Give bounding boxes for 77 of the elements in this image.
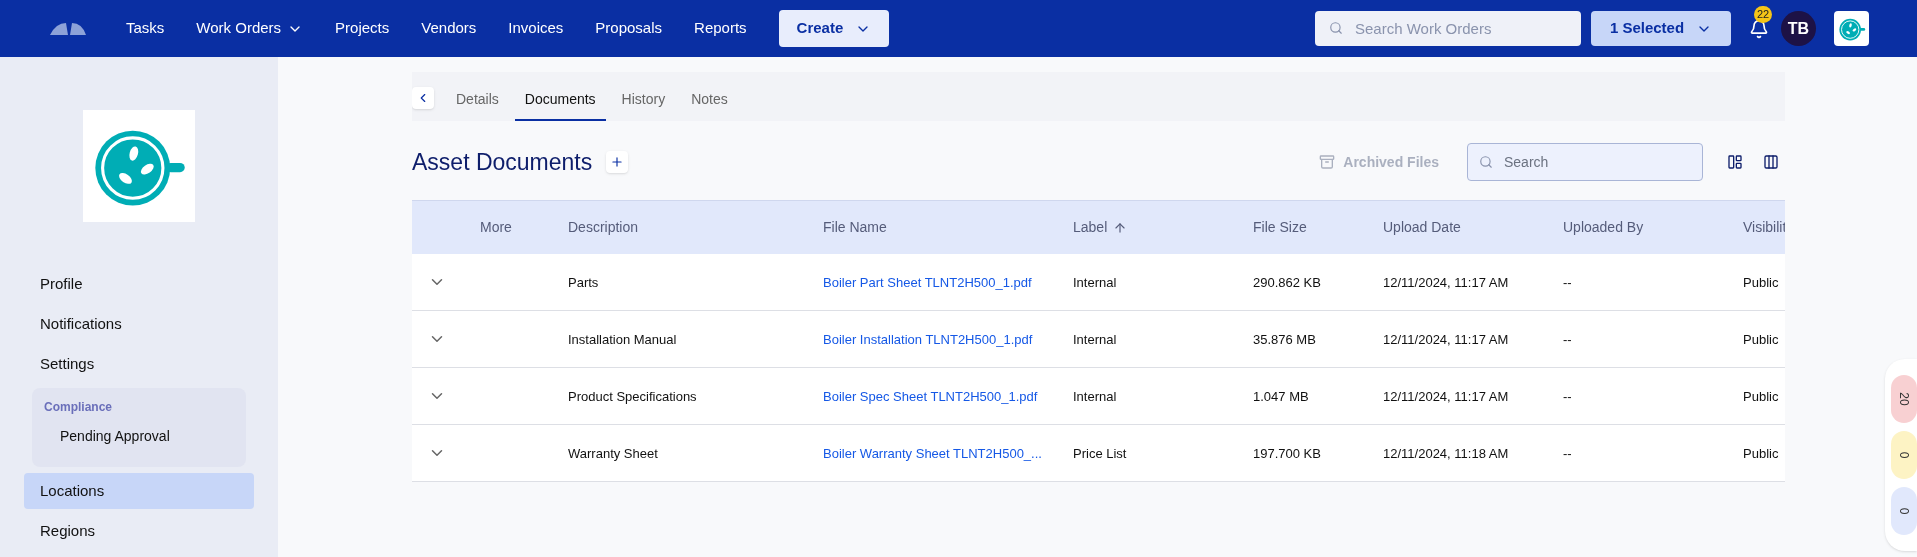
- nav-link[interactable]: Tasks: [126, 17, 165, 40]
- nav-link[interactable]: Reports: [694, 17, 747, 40]
- table-cell: 12/11/2024, 11:17 AM: [1383, 332, 1509, 347]
- table-cell: --: [1563, 332, 1572, 347]
- table-cell: Public: [1743, 389, 1779, 404]
- table-cell: Warranty Sheet: [568, 446, 658, 461]
- logo-icon[interactable]: [48, 20, 88, 37]
- org-logo[interactable]: [1834, 11, 1869, 46]
- sidebar-item[interactable]: Notifications: [24, 306, 254, 342]
- nav-link[interactable]: Projects: [335, 17, 390, 40]
- selection-dropdown[interactable]: 1 Selected: [1591, 11, 1731, 46]
- column-header[interactable]: Upload Date: [1383, 217, 1461, 238]
- table-cell: Public: [1743, 332, 1779, 347]
- column-header[interactable]: More: [480, 217, 512, 238]
- columns-icon[interactable]: [1763, 154, 1779, 170]
- archive-icon: [1319, 154, 1336, 170]
- counter-value: 20: [1896, 392, 1912, 406]
- nav-link[interactable]: Invoices: [508, 17, 564, 40]
- search-icon: [1479, 155, 1493, 169]
- layout-icon[interactable]: [1727, 154, 1743, 170]
- table-cell: 1.047 MB: [1253, 389, 1309, 404]
- counter-pill[interactable]: 0: [1891, 431, 1917, 479]
- sidebar-item[interactable]: Regions: [24, 513, 254, 549]
- nav-link[interactable]: Proposals: [595, 17, 663, 40]
- table-cell: --: [1563, 275, 1572, 290]
- search-icon: [1329, 21, 1343, 35]
- table-cell: Installation Manual: [568, 332, 677, 347]
- table-cell: Public: [1743, 275, 1779, 290]
- table-cell: Product Specifications: [568, 389, 697, 404]
- sidebar-item[interactable]: Profile: [24, 266, 254, 302]
- nav-link[interactable]: Vendors: [421, 17, 477, 40]
- file-link[interactable]: Boiler Installation TLNT2H500_1.pdf: [823, 332, 1033, 347]
- table-cell: Internal: [1073, 332, 1117, 347]
- notification-bell-icon[interactable]: [1749, 18, 1769, 39]
- table-cell: Parts: [568, 275, 599, 290]
- table-cell: 290.862 KB: [1253, 275, 1321, 290]
- sidebar-item[interactable]: Pending Approval: [32, 426, 246, 457]
- column-header[interactable]: Uploaded By: [1563, 217, 1644, 238]
- table-cell: 12/11/2024, 11:18 AM: [1383, 446, 1509, 461]
- group-title: Compliance: [43, 399, 113, 416]
- table-cell: 12/11/2024, 11:17 AM: [1383, 275, 1509, 290]
- sidebar-item[interactable]: Settings: [24, 346, 254, 382]
- table-cell: Internal: [1073, 275, 1117, 290]
- counter-pill[interactable]: 20: [1891, 375, 1917, 423]
- column-header[interactable]: Label: [1073, 217, 1128, 238]
- table-cell: Price List: [1073, 446, 1127, 461]
- section-title: Asset Documents: [412, 147, 593, 177]
- counter-value: 0: [1896, 451, 1912, 459]
- nav-link[interactable]: Work Orders: [196, 17, 304, 40]
- sidebar-item[interactable]: Locations: [24, 473, 254, 509]
- search-field[interactable]: Search: [1467, 143, 1703, 181]
- table-cell: Public: [1743, 446, 1779, 461]
- file-link[interactable]: Boiler Part Sheet TLNT2H500_1.pdf: [823, 275, 1032, 290]
- create-button[interactable]: Create: [778, 10, 890, 47]
- file-link[interactable]: Boiler Spec Sheet TLNT2H500_1.pdf: [823, 389, 1038, 404]
- table-cell: --: [1563, 389, 1572, 404]
- table-cell: 35.876 MB: [1253, 332, 1316, 347]
- column-header[interactable]: File Name: [823, 217, 887, 238]
- notification-badge: 22: [1754, 5, 1773, 23]
- add-button[interactable]: [606, 151, 629, 173]
- search-field[interactable]: Search Work Orders: [1315, 11, 1581, 46]
- user-avatar[interactable]: TB: [1781, 11, 1816, 46]
- tab[interactable]: Notes: [681, 89, 738, 121]
- table-cell: Internal: [1073, 389, 1117, 404]
- tab[interactable]: Documents: [514, 89, 606, 121]
- plus-icon: [610, 155, 625, 169]
- tab[interactable]: Details: [446, 89, 509, 121]
- counter-value: 0: [1896, 507, 1912, 515]
- file-link[interactable]: Boiler Warranty Sheet TLNT2H500_...: [823, 446, 1042, 461]
- tab[interactable]: History: [611, 89, 676, 121]
- table-cell: --: [1563, 446, 1572, 461]
- column-header[interactable]: Description: [568, 217, 639, 238]
- table-cell: 197.700 KB: [1253, 446, 1321, 461]
- table-cell: 12/11/2024, 11:17 AM: [1383, 389, 1509, 404]
- column-header[interactable]: File Size: [1253, 217, 1307, 238]
- back-button[interactable]: [412, 87, 434, 109]
- counter-pill[interactable]: 0: [1891, 487, 1917, 535]
